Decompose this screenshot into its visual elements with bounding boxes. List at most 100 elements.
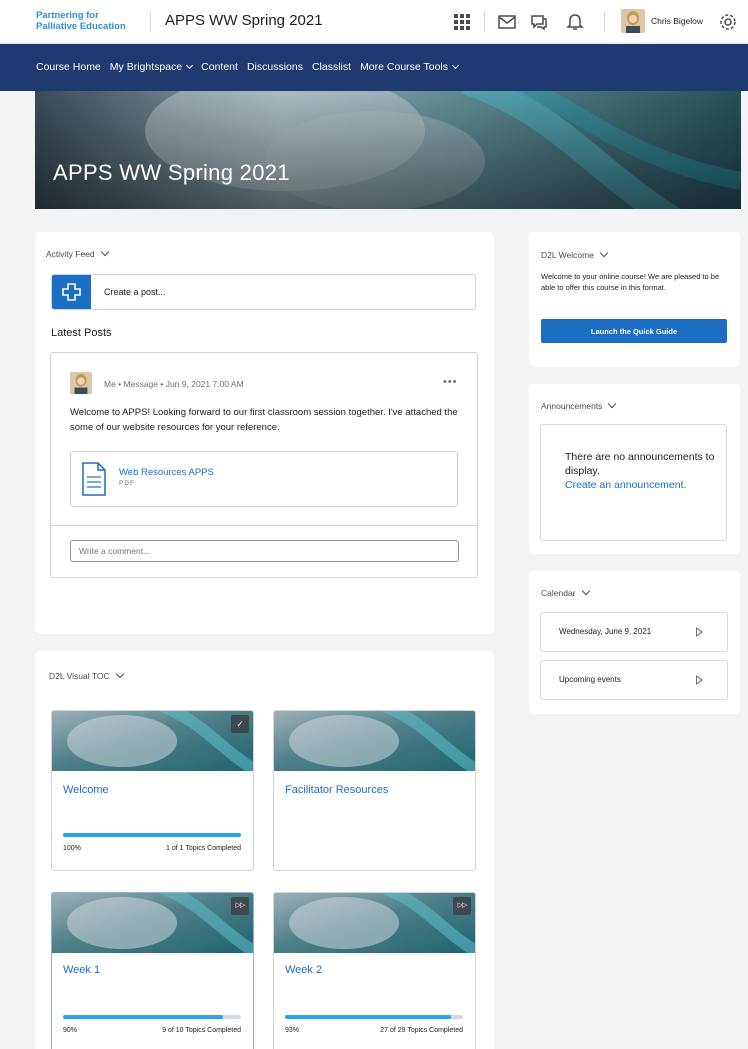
- welcome-text: Welcome to your online course! We are pl…: [541, 272, 720, 292]
- waffle-icon[interactable]: [452, 12, 472, 32]
- user-photo-icon: [70, 372, 92, 394]
- top-header: Partnering for Palliative Education APPS…: [0, 0, 748, 44]
- nav-discussions[interactable]: Discussions: [247, 61, 303, 73]
- launch-quick-guide-button[interactable]: Launch the Quick Guide: [541, 319, 727, 343]
- more-options-icon[interactable]: •••: [443, 376, 458, 388]
- chat-icon[interactable]: [529, 12, 549, 32]
- toc-tile-week-2[interactable]: ▷▷ Week 2 93% 27 of 29 Topics Completed: [273, 892, 476, 1049]
- chevron-down-icon: [115, 669, 124, 679]
- chevron-down-icon: [599, 248, 609, 258]
- progress-percent: 93%: [285, 1027, 300, 1034]
- nav-classlist[interactable]: Classlist: [312, 61, 351, 73]
- topics-completed: 9 of 10 Topics Completed: [162, 1027, 241, 1034]
- create-post-button[interactable]: [52, 275, 91, 309]
- progress-bar: [285, 1015, 463, 1019]
- announcements-widget: Announcements There are no announcements…: [529, 384, 740, 554]
- user-photo-icon: [621, 9, 645, 33]
- chevron-down-icon: [451, 61, 460, 70]
- announcements-heading-text: Announcements: [541, 401, 603, 411]
- user-name[interactable]: Chris Bigelow: [651, 16, 703, 26]
- nav-more-course-tools[interactable]: More Course Tools: [360, 61, 460, 73]
- nav-more-course-tools-label: More Course Tools: [360, 61, 448, 73]
- attachment-title[interactable]: Web Resources APPS: [119, 467, 214, 478]
- course-banner: APPS WW Spring 2021: [35, 91, 741, 209]
- create-post-placeholder: Create a post...: [104, 287, 166, 297]
- add-post-icon: [62, 283, 81, 301]
- post-meta: Me • Message • Jun 9, 2021 7:00 AM: [104, 379, 244, 389]
- activity-feed-heading[interactable]: Activity Feed: [46, 247, 109, 259]
- banner-image: [35, 91, 741, 209]
- avatar[interactable]: [621, 9, 645, 33]
- attachment-card[interactable]: Web Resources APPS PDF: [70, 451, 458, 507]
- bell-icon[interactable]: [565, 12, 585, 32]
- progress-bar: [63, 833, 241, 837]
- topics-completed: 1 of 1 Topics Completed: [166, 845, 241, 852]
- chevron-down-icon: [608, 399, 617, 409]
- comment-input[interactable]: [70, 540, 459, 562]
- post-author-avatar: [70, 372, 92, 394]
- header-divider: [604, 12, 605, 32]
- upcoming-events-label: Upcoming events: [559, 675, 621, 684]
- calendar-heading[interactable]: Calendar: [541, 586, 590, 598]
- play-arrow-icon: [696, 675, 703, 685]
- org-logo[interactable]: Partnering for Palliative Education: [36, 10, 126, 32]
- in-progress-icon: ▷▷: [453, 897, 471, 915]
- header-divider: [150, 12, 151, 32]
- calendar-widget: Calendar Wednesday, June 9, 2021 Upcomin…: [529, 571, 740, 714]
- play-arrow-icon: [696, 627, 703, 637]
- attachment-type: PDF: [119, 480, 135, 487]
- toc-tile-facilitator-resources[interactable]: Facilitator Resources: [273, 710, 476, 871]
- document-icon: [82, 462, 106, 496]
- chevron-down-icon: [100, 247, 109, 257]
- nav-my-brightspace[interactable]: My Brightspace: [109, 61, 194, 73]
- announcements-empty-text: There are no announcements to display.: [565, 451, 715, 477]
- visual-toc-heading-text: D2L Visual TOC: [49, 671, 110, 681]
- org-logo-line2: Palliative Education: [36, 21, 126, 32]
- tile-title[interactable]: Week 1: [63, 964, 100, 976]
- progress-percent: 100%: [63, 845, 81, 852]
- in-progress-icon: ▷▷: [231, 897, 249, 915]
- calendar-date-item[interactable]: Wednesday, June 9, 2021: [540, 612, 728, 652]
- chevron-down-icon: [581, 586, 590, 596]
- progress-fill: [63, 1015, 224, 1019]
- course-navbar: Course Home My Brightspace Content Discu…: [0, 44, 748, 91]
- mail-icon[interactable]: [497, 12, 517, 32]
- nav-content[interactable]: Content: [201, 61, 238, 73]
- tile-title[interactable]: Facilitator Resources: [285, 784, 388, 796]
- org-logo-line1: Partnering for: [36, 10, 99, 21]
- progress-bar: [63, 1015, 241, 1019]
- progress-fill: [63, 833, 241, 837]
- post-divider: [51, 525, 477, 526]
- welcome-heading[interactable]: D2L Welcome: [541, 248, 609, 260]
- post-card: Me • Message • Jun 9, 2021 7:00 AM ••• W…: [50, 352, 478, 578]
- tile-image: [274, 711, 475, 771]
- announcements-empty-box: There are no announcements to display. C…: [540, 424, 727, 541]
- create-announcement-link[interactable]: Create an announcement.: [565, 479, 686, 491]
- tile-title[interactable]: Welcome: [63, 784, 109, 796]
- create-post-box[interactable]: Create a post...: [51, 274, 476, 310]
- nav-course-home[interactable]: Course Home: [36, 61, 101, 73]
- upcoming-events-item[interactable]: Upcoming events: [540, 660, 728, 700]
- course-title[interactable]: APPS WW Spring 2021: [165, 12, 323, 29]
- latest-posts-heading: Latest Posts: [51, 327, 112, 339]
- tile-title[interactable]: Week 2: [285, 964, 322, 976]
- toc-tile-week-1[interactable]: ▷▷ Week 1 90% 9 of 10 Topics Completed: [51, 892, 254, 1049]
- nav-my-brightspace-label: My Brightspace: [109, 61, 183, 73]
- header-divider: [484, 12, 485, 32]
- tile-image: [52, 711, 253, 771]
- welcome-widget: D2L Welcome Welcome to your online cours…: [529, 232, 740, 367]
- chevron-down-icon: [186, 61, 194, 70]
- calendar-date-label: Wednesday, June 9, 2021: [559, 627, 652, 636]
- gear-icon[interactable]: [718, 12, 738, 32]
- announcements-heading[interactable]: Announcements: [541, 399, 617, 411]
- topics-completed: 27 of 29 Topics Completed: [380, 1027, 463, 1034]
- welcome-heading-text: D2L Welcome: [541, 250, 594, 260]
- calendar-heading-text: Calendar: [541, 588, 576, 598]
- activity-feed-heading-text: Activity Feed: [46, 249, 95, 259]
- post-body: Welcome to APPS! Looking forward to our …: [70, 407, 458, 433]
- tile-image: [274, 893, 475, 953]
- toc-tile-welcome[interactable]: ✓ Welcome 100% 1 of 1 Topics Completed: [51, 710, 254, 871]
- banner-title: APPS WW Spring 2021: [53, 160, 290, 185]
- visual-toc-heading[interactable]: D2L Visual TOC: [49, 669, 124, 681]
- completed-check-icon: ✓: [231, 715, 249, 733]
